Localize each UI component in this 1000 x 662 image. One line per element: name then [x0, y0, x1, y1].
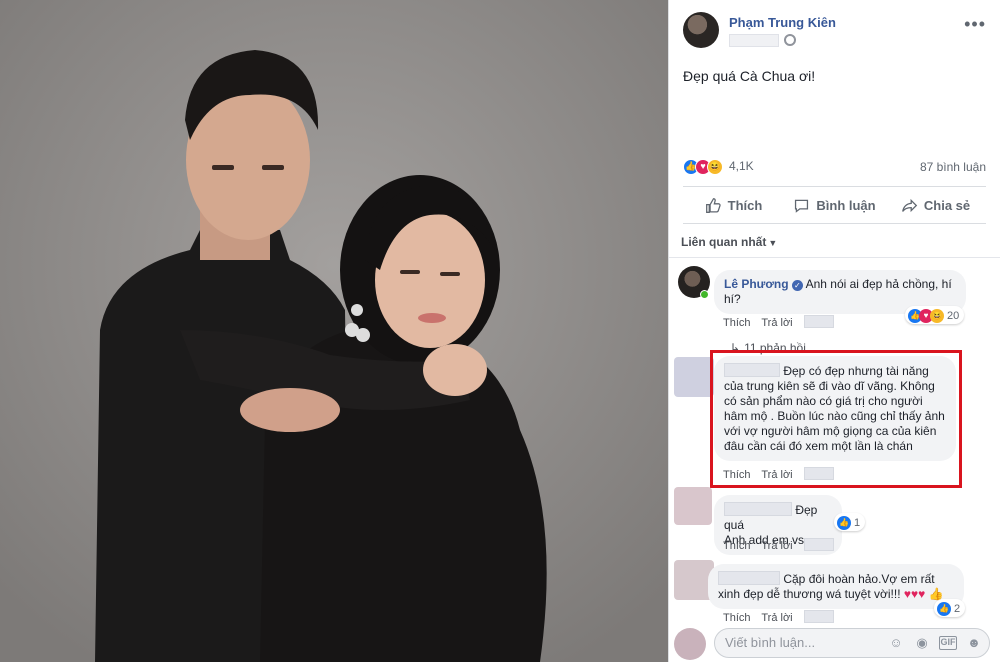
like-button[interactable]: Thích [683, 187, 784, 223]
globe-icon [784, 34, 796, 46]
haha-reaction-icon: 😆 [707, 159, 723, 175]
haha-reaction-icon: 😆 [930, 308, 944, 323]
caret-down-icon: ▼ [768, 238, 778, 248]
comment-reply-link[interactable]: Trả lời [761, 317, 792, 329]
comment-reactions-badge[interactable]: 👍 2 [934, 599, 966, 617]
online-status-dot [700, 290, 709, 299]
composer-avatar [674, 628, 706, 660]
comment-timestamp-redacted[interactable] [803, 610, 834, 623]
comment-meta: Thích Trả lời [723, 315, 842, 329]
comment-sort-dropdown[interactable]: Liên quan nhất ▼ [681, 235, 777, 249]
comment-reply-link[interactable]: Trả lời [761, 540, 792, 552]
comment-meta: Thích Trả lời [723, 610, 842, 624]
comment-like-link[interactable]: Thích [723, 540, 751, 552]
sort-label: Liên quan nhất [681, 235, 767, 249]
comment-timestamp-redacted[interactable] [803, 538, 834, 551]
commenter-avatar-redacted[interactable] [674, 487, 712, 525]
comment-composer[interactable]: ☺ ◉ GIF ☻ [714, 628, 990, 658]
comment-bubble-icon [795, 199, 809, 213]
emoji-icon[interactable]: ☺ [887, 635, 905, 651]
commenter-name[interactable]: Lê Phương [724, 277, 789, 291]
commenter-name-redacted[interactable] [718, 571, 780, 585]
reactions-bar[interactable]: 👍 ♥ 😆 4,1K 87 bình luận [683, 157, 986, 177]
gif-icon[interactable]: GIF [939, 636, 957, 650]
comment-button[interactable]: Bình luận [784, 187, 885, 223]
reaction-count[interactable]: 4,1K [729, 159, 754, 173]
reaction-count: 2 [954, 602, 961, 615]
post-photo[interactable] [0, 0, 668, 662]
highlight-box [710, 350, 962, 488]
commenter-avatar-redacted[interactable] [674, 357, 714, 397]
sticker-icon[interactable]: ☻ [965, 635, 983, 651]
like-reaction-icon: 👍 [837, 515, 851, 530]
comment-reactions-badge[interactable]: 👍 ♥ 😆 20 [905, 306, 965, 324]
comment-bubble: Cặp đôi hoàn hảo.Vợ em rất xinh đẹp dễ t… [708, 564, 964, 609]
post-timestamp-redacted[interactable] [729, 34, 779, 47]
author-avatar[interactable] [683, 12, 719, 48]
comment-button-label: Bình luận [816, 197, 876, 213]
comment-reactions-badge[interactable]: 👍 1 [834, 513, 866, 531]
reaction-count: 1 [854, 516, 861, 529]
comment-like-link[interactable]: Thích [723, 317, 751, 329]
reaction-count: 20 [947, 309, 960, 322]
verified-badge-icon: ✓ [791, 280, 803, 291]
post-panel: Phạm Trung Kiên ••• Đẹp quá Cà Chua ơi! … [668, 0, 1000, 662]
heart-emoji-icons: ♥♥♥ [903, 587, 926, 601]
commenter-name-redacted[interactable] [724, 502, 792, 516]
couple-photo-illustration [0, 0, 668, 662]
comment-reply-link[interactable]: Trả lời [761, 612, 792, 624]
post-header: Phạm Trung Kiên ••• [683, 12, 990, 56]
comment-count[interactable]: 87 bình luận [920, 160, 986, 174]
like-button-label: Thích [727, 197, 763, 213]
post-actions: Thích Bình luận Chia sẻ [683, 186, 986, 224]
comment-timestamp-redacted[interactable] [803, 315, 834, 328]
comment-like-link[interactable]: Thích [723, 612, 751, 624]
reaction-icons: 👍 ♥ 😆 [683, 159, 727, 175]
camera-icon[interactable]: ◉ [913, 635, 931, 651]
divider [669, 257, 1000, 258]
comment-input[interactable] [725, 635, 875, 650]
author-name[interactable]: Phạm Trung Kiên [729, 15, 836, 30]
share-button[interactable]: Chia sẻ [885, 187, 986, 223]
more-options-icon[interactable]: ••• [964, 14, 986, 35]
like-reaction-icon: 👍 [937, 601, 951, 616]
share-button-label: Chia sẻ [923, 197, 971, 213]
thumbs-up-icon [705, 197, 721, 213]
share-arrow-icon [901, 198, 918, 212]
post-caption: Đẹp quá Cà Chua ơi! [683, 68, 816, 84]
comment-meta: Thích Trả lời [723, 538, 842, 552]
